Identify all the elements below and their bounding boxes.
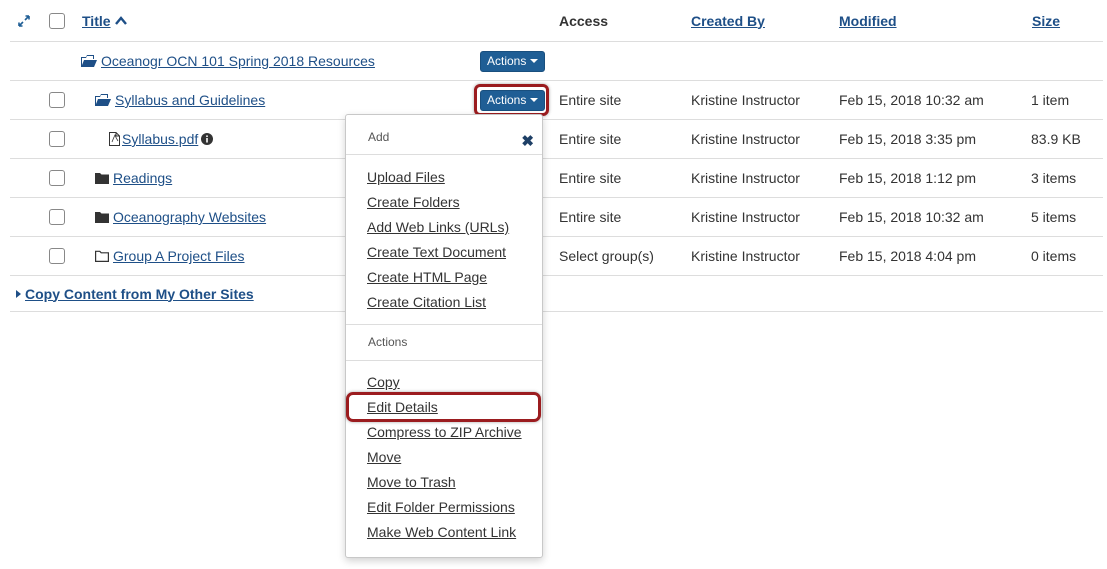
menu-move-to-trash[interactable]: Move to Trash [367,474,456,490]
modified-cell: Feb 15, 2018 10:32 am [839,92,984,108]
table-row: Group A Project Files Select group(s) Kr… [10,237,1103,276]
menu-actions-header: Actions [368,335,408,349]
size-cell: 3 items [1031,170,1077,186]
file-link[interactable]: Syllabus.pdf [122,131,198,147]
close-icon[interactable]: ✖ [521,132,534,150]
menu-divider [346,324,542,325]
copy-content-link[interactable]: Copy Content from My Other Sites [25,286,254,302]
folder-link[interactable]: Group A Project Files [113,248,245,264]
modified-cell: Feb 15, 2018 10:32 am [839,209,984,225]
title-column-header[interactable]: Title [82,13,111,29]
access-cell: Entire site [559,170,622,186]
size-cell: 0 items [1031,248,1077,264]
folder-link[interactable]: Oceanography Websites [113,209,266,225]
menu-upload-files[interactable]: Upload Files [367,169,445,185]
created-by-cell: Kristine Instructor [691,248,800,264]
size-column-header[interactable]: Size [1032,13,1060,29]
menu-copy[interactable]: Copy [367,374,400,390]
row-checkbox[interactable] [49,92,65,108]
menu-move[interactable]: Move [367,449,401,465]
menu-edit-folder-permissions[interactable]: Edit Folder Permissions [367,499,515,515]
folder-open-icon [81,54,97,68]
modified-cell: Feb 15, 2018 1:12 pm [839,170,976,186]
row-checkbox[interactable] [49,131,65,147]
folder-icon [95,172,109,184]
row-checkbox[interactable] [49,170,65,186]
menu-add-web-links[interactable]: Add Web Links (URLs) [367,219,509,235]
file-pdf-icon [109,132,120,146]
table-row: Oceanogr OCN 101 Spring 2018 Resources A… [10,42,1103,81]
table-row: Oceanography Websites Entire site Kristi… [10,198,1103,237]
root-actions-button[interactable]: Actions [480,50,546,72]
modified-cell: Feb 15, 2018 3:35 pm [839,131,976,147]
root-folder-link[interactable]: Oceanogr OCN 101 Spring 2018 Resources [101,53,375,69]
folder-open-icon [95,93,111,107]
table-header: Title Access Created By Modified Size [10,0,1103,42]
size-cell: 83.9 KB [1031,131,1081,147]
table-row: Readings Entire site Kristine Instructor… [10,159,1103,198]
copy-content-bar: Copy Content from My Other Sites [10,276,1103,312]
table-row: Syllabus and Guidelines Actions Entire s… [10,81,1103,120]
menu-create-html-page[interactable]: Create HTML Page [367,269,487,285]
sort-up-icon [114,16,127,25]
table-row: Syllabus.pdf Entire site Kristine Instru… [10,120,1103,159]
row-checkbox[interactable] [49,248,65,264]
size-cell: 1 item [1031,92,1070,108]
expand-icon[interactable] [18,0,30,41]
info-icon[interactable] [201,133,214,145]
size-cell: 5 items [1031,209,1077,225]
menu-add-header: Add [368,130,390,144]
menu-divider [346,360,542,361]
select-all-checkbox[interactable] [49,12,65,29]
access-column-header: Access [559,12,609,29]
caret-right-icon [16,289,21,298]
created-by-cell: Kristine Instructor [691,170,800,186]
actions-dropdown-menu: Add ✖ Upload Files Create Folders Add We… [345,114,543,558]
menu-compress-zip[interactable]: Compress to ZIP Archive [367,424,522,440]
row-checkbox[interactable] [49,209,65,225]
created-by-cell: Kristine Instructor [691,92,800,108]
folder-icon [95,211,109,223]
folder-outline-icon [95,250,109,262]
folder-link[interactable]: Syllabus and Guidelines [115,92,265,108]
created-by-cell: Kristine Instructor [691,209,800,225]
edit-details-highlight [346,392,541,422]
menu-make-web-content-link[interactable]: Make Web Content Link [367,524,516,540]
menu-divider [346,154,542,155]
access-cell: Entire site [559,92,622,108]
actions-button-highlight [474,84,549,116]
menu-create-text-document[interactable]: Create Text Document [367,244,506,260]
access-cell: Entire site [559,131,622,147]
access-cell: Select group(s) [559,248,654,264]
menu-create-citation-list[interactable]: Create Citation List [367,294,486,310]
menu-create-folders[interactable]: Create Folders [367,194,460,210]
created-by-cell: Kristine Instructor [691,131,800,147]
modified-column-header[interactable]: Modified [839,13,897,29]
access-cell: Entire site [559,209,622,225]
folder-link[interactable]: Readings [113,170,172,186]
created-by-column-header[interactable]: Created By [691,13,765,29]
modified-cell: Feb 15, 2018 4:04 pm [839,248,976,264]
